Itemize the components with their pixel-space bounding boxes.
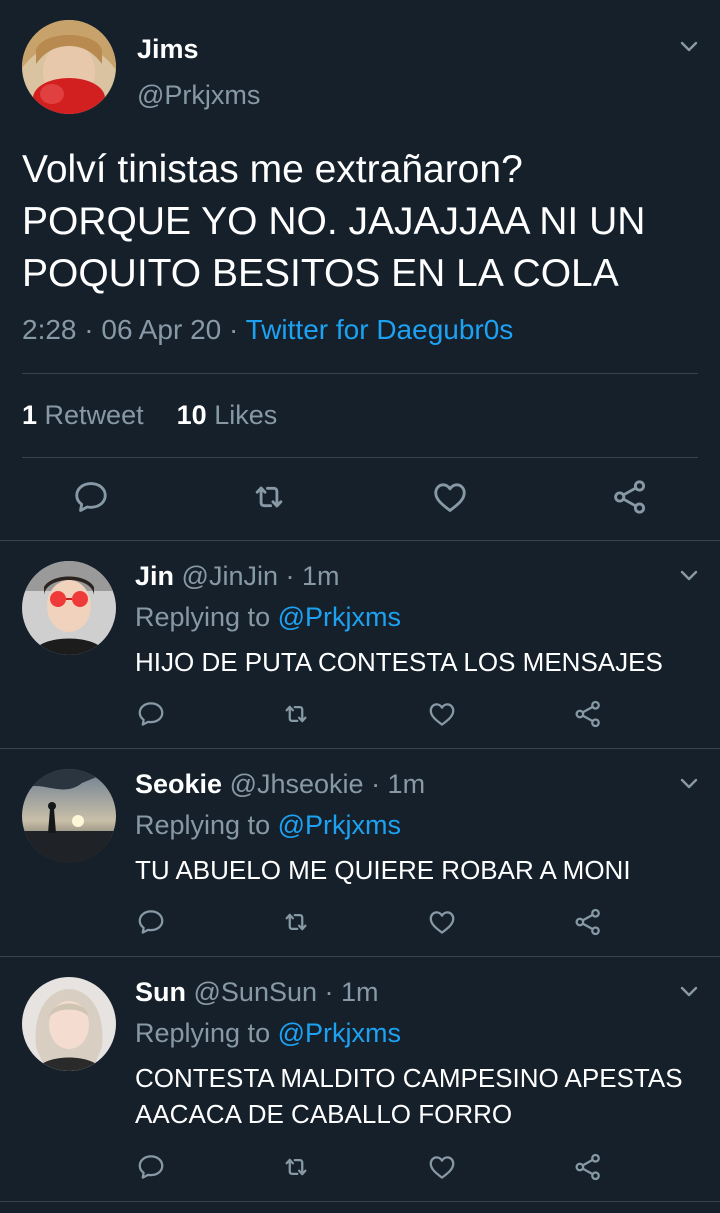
- avatar[interactable]: [22, 769, 116, 863]
- retweet-stat[interactable]: 1 Retweet: [22, 400, 144, 430]
- like-label: Likes: [214, 400, 278, 430]
- tweet-actions: [0, 478, 720, 518]
- divider: [22, 457, 698, 458]
- like-count: 10: [176, 400, 207, 430]
- tweet-timestamp[interactable]: 2:28 · 06 Apr 20 ·: [22, 314, 246, 345]
- mention-link[interactable]: @Prkjxms: [278, 1018, 401, 1048]
- username[interactable]: @JinJin: [182, 561, 278, 591]
- display-name[interactable]: Jin: [135, 561, 174, 591]
- retweet-label: Retweet: [44, 400, 144, 430]
- avatar[interactable]: [22, 977, 116, 1071]
- username[interactable]: @Prkjxms: [137, 80, 260, 111]
- reply-tweet[interactable]: Seokie @Jhseokie · 1m Replying to @Prkjx…: [0, 749, 720, 957]
- reply-actions: [0, 907, 720, 937]
- replying-to: Replying to @Prkjxms: [135, 810, 401, 841]
- reply-header: Seokie @Jhseokie · 1m: [135, 769, 425, 800]
- replying-label: Replying to: [135, 1018, 278, 1048]
- tweet-meta: 2:28 · 06 Apr 20 · Twitter for Daegubr0s: [22, 314, 513, 346]
- reply-actions: [0, 699, 720, 729]
- share-icon[interactable]: [573, 699, 603, 729]
- retweet-icon[interactable]: [250, 478, 288, 516]
- chevron-down-icon[interactable]: [677, 34, 701, 58]
- retweet-icon[interactable]: [281, 699, 311, 729]
- like-icon[interactable]: [427, 699, 457, 729]
- retweet-icon[interactable]: [281, 1152, 311, 1182]
- like-stat[interactable]: 10 Likes: [177, 400, 278, 430]
- share-icon[interactable]: [573, 907, 603, 937]
- replying-label: Replying to: [135, 602, 278, 632]
- reply-header: Jin @JinJin · 1m: [135, 561, 340, 592]
- engagement-stats: 1 Retweet 10 Likes: [22, 400, 277, 431]
- retweet-icon[interactable]: [281, 907, 311, 937]
- like-icon[interactable]: [431, 478, 469, 516]
- divider: [22, 373, 698, 374]
- reply-timestamp[interactable]: · 1m: [364, 769, 425, 799]
- display-name[interactable]: Seokie: [135, 769, 222, 799]
- retweet-count: 1: [22, 400, 38, 430]
- tweet-text: Volví tinistas me extrañaron? PORQUE YO …: [22, 148, 646, 295]
- share-icon[interactable]: [611, 478, 649, 516]
- reply-actions: [0, 1152, 720, 1182]
- reply-timestamp[interactable]: · 1m: [317, 977, 379, 1007]
- main-tweet: Jims @Prkjxms Volví tinistas me extrañar…: [0, 0, 720, 541]
- share-icon[interactable]: [573, 1152, 603, 1182]
- reply-icon[interactable]: [136, 907, 166, 937]
- display-name[interactable]: Jims: [137, 34, 199, 65]
- replying-to: Replying to @Prkjxms: [135, 602, 401, 633]
- reply-text: CONTESTA MALDITO CAMPESINO APESTAS AACAC…: [135, 1063, 683, 1129]
- reply-icon[interactable]: [136, 699, 166, 729]
- reply-timestamp[interactable]: · 1m: [278, 561, 339, 591]
- reply-tweet[interactable]: Jin @JinJin · 1m Replying to @Prkjxms HI…: [0, 541, 720, 749]
- avatar[interactable]: [22, 20, 116, 114]
- display-name[interactable]: Sun: [135, 977, 186, 1007]
- reply-icon[interactable]: [136, 1152, 166, 1182]
- username[interactable]: @Jhseokie: [230, 769, 364, 799]
- mention-link[interactable]: @Prkjxms: [278, 602, 401, 632]
- avatar[interactable]: [22, 561, 116, 655]
- username[interactable]: @SunSun: [194, 977, 318, 1007]
- replying-label: Replying to: [135, 810, 278, 840]
- tweet-source[interactable]: Twitter for Daegubr0s: [246, 314, 514, 345]
- chevron-down-icon[interactable]: [677, 979, 701, 1003]
- mention-link[interactable]: @Prkjxms: [278, 810, 401, 840]
- reply-text: TU ABUELO ME QUIERE ROBAR A MONI: [135, 855, 631, 885]
- reply-icon[interactable]: [72, 478, 110, 516]
- chevron-down-icon[interactable]: [677, 771, 701, 795]
- replying-to: Replying to @Prkjxms: [135, 1018, 401, 1049]
- like-icon[interactable]: [427, 907, 457, 937]
- reply-text: HIJO DE PUTA CONTESTA LOS MENSAJES: [135, 647, 663, 677]
- like-icon[interactable]: [427, 1152, 457, 1182]
- reply-tweet[interactable]: Sun @SunSun · 1m Replying to @Prkjxms CO…: [0, 957, 720, 1202]
- chevron-down-icon[interactable]: [677, 563, 701, 587]
- reply-header: Sun @SunSun · 1m: [135, 977, 379, 1008]
